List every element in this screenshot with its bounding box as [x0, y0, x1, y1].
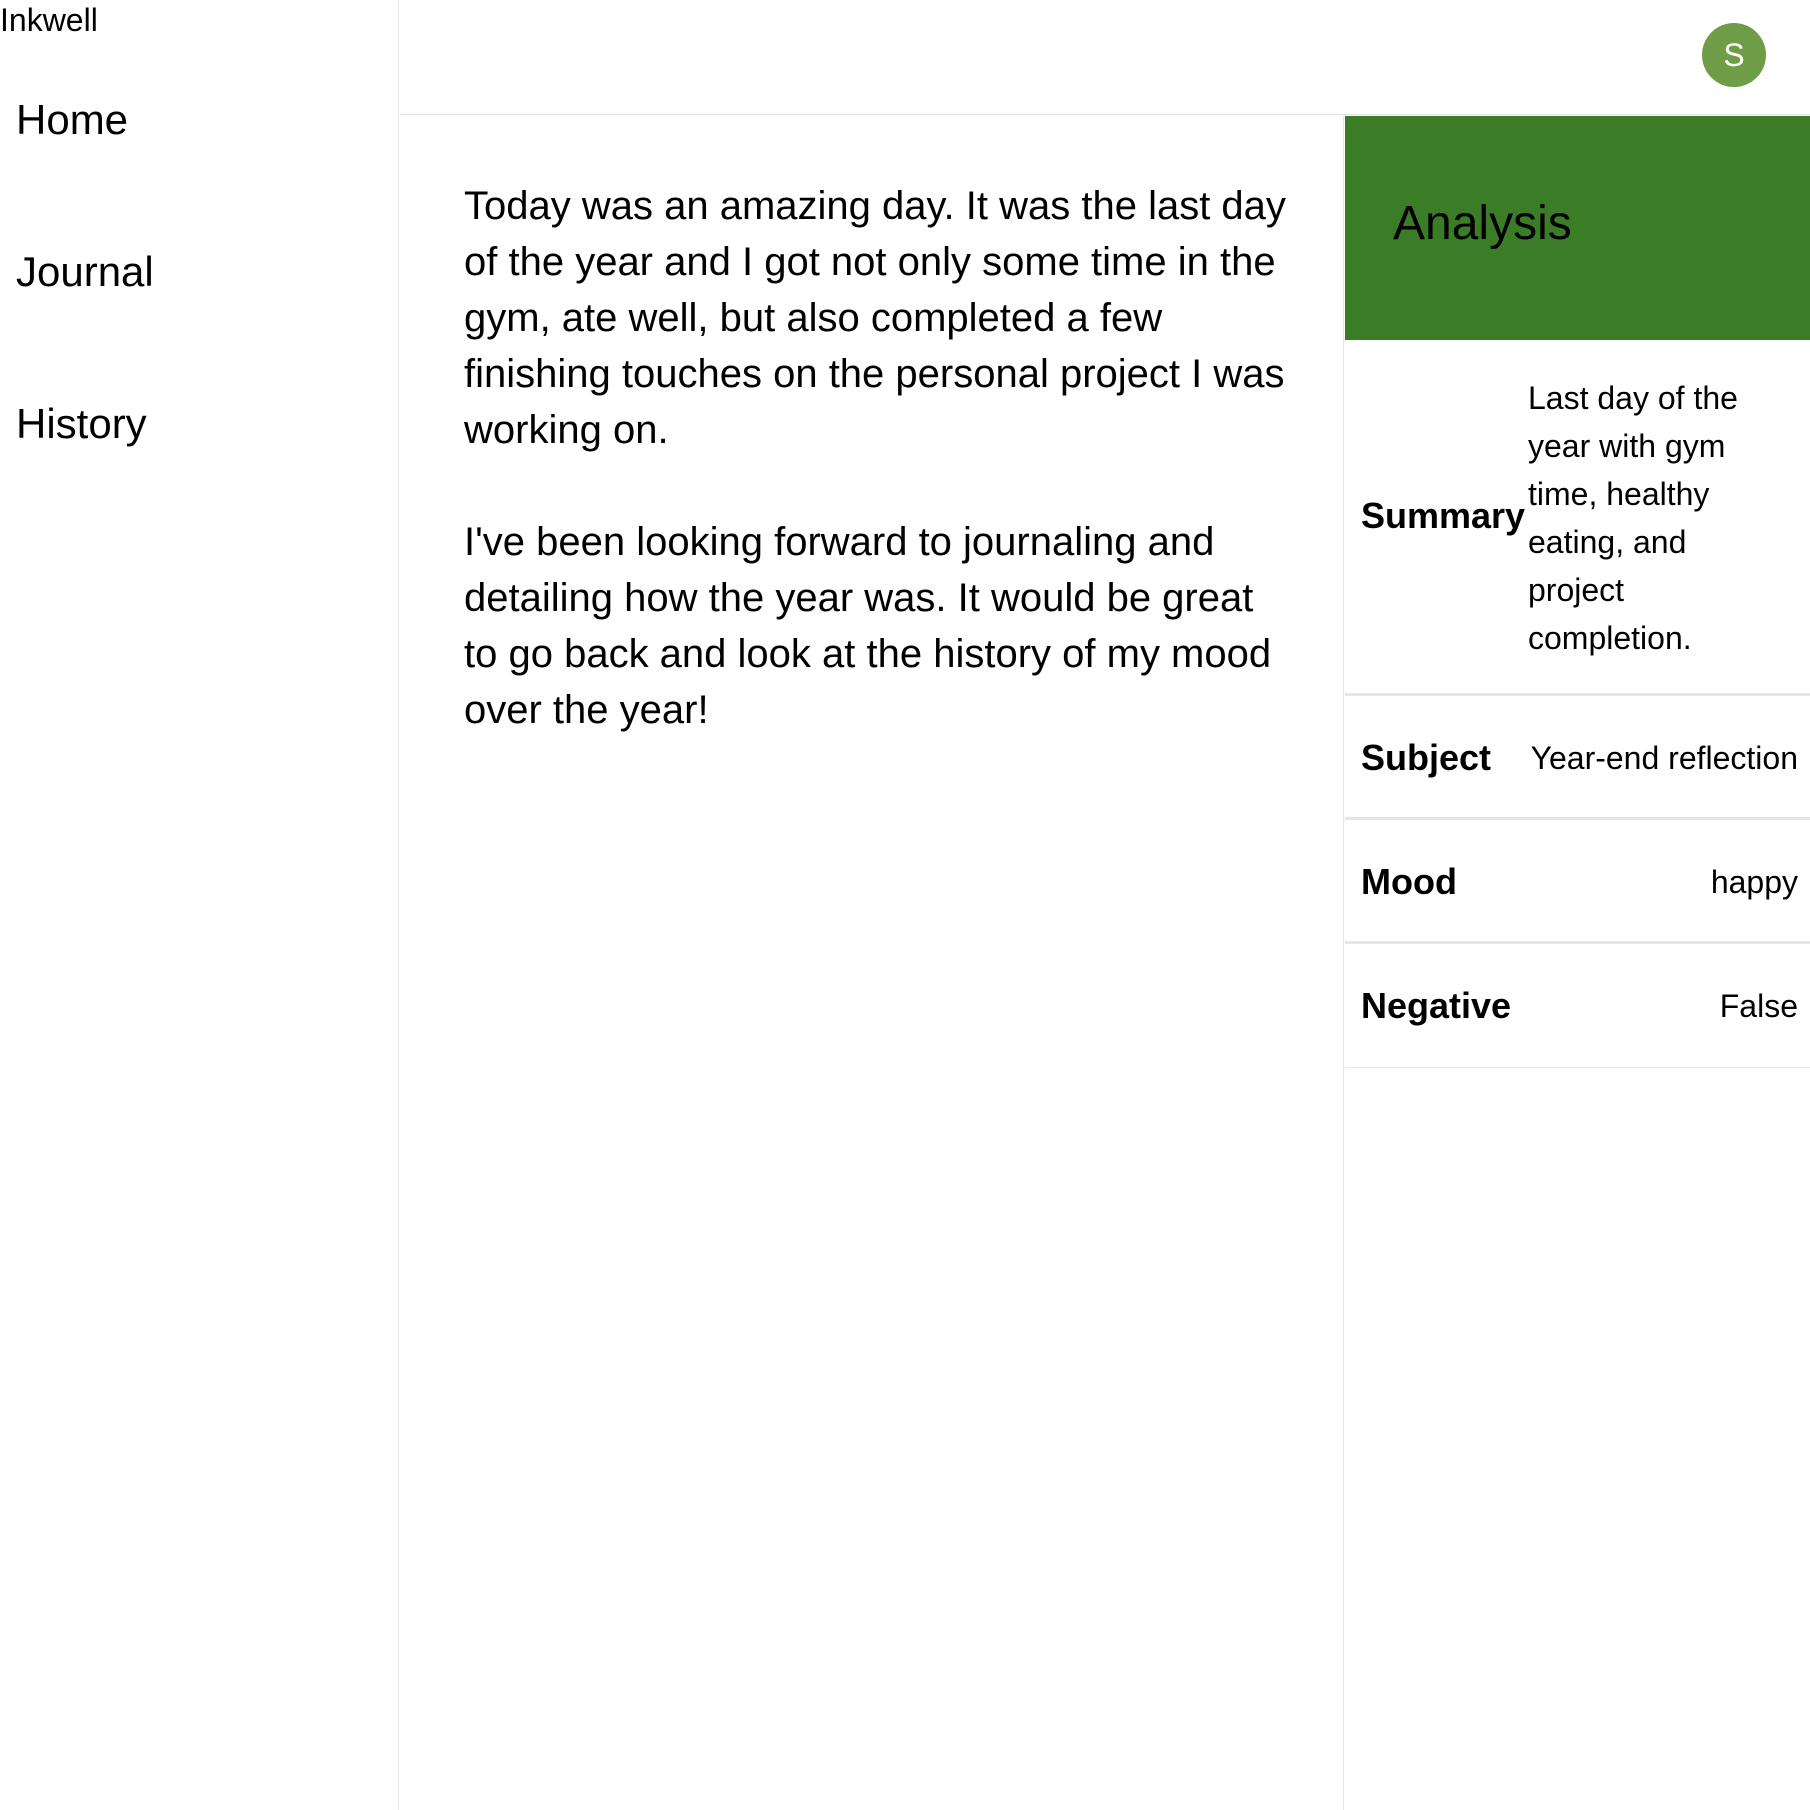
- subject-value: Year-end reflection: [1530, 740, 1798, 776]
- mood-value: happy: [1710, 864, 1798, 900]
- sidebar-item-journal[interactable]: Journal: [16, 247, 154, 297]
- user-avatar[interactable]: S: [1702, 23, 1766, 87]
- journal-entry-text[interactable]: Today was an amazing day. It was the las…: [464, 178, 1294, 738]
- mood-label: Mood: [1361, 861, 1457, 902]
- brand-logo[interactable]: Inkwell: [0, 2, 98, 38]
- analysis-row-subject: Subject Year-end reflection: [1345, 696, 1810, 820]
- subject-label: Subject: [1361, 737, 1492, 778]
- sidebar: Inkwell Home Journal History: [0, 0, 399, 1810]
- analysis-row-negative: Negative False: [1345, 944, 1810, 1068]
- negative-value: False: [1719, 988, 1798, 1024]
- sidebar-item-history[interactable]: History: [16, 399, 147, 449]
- analysis-title: Analysis: [1393, 197, 1572, 250]
- analysis-header: Analysis: [1345, 116, 1810, 340]
- negative-label: Negative: [1361, 985, 1512, 1026]
- sidebar-item-home[interactable]: Home: [16, 95, 128, 145]
- summary-label: Summary: [1361, 495, 1526, 536]
- analysis-panel: Analysis Summary Last day of the year wi…: [1345, 116, 1810, 1810]
- summary-value: Last day of the year with gym time, heal…: [1528, 380, 1738, 656]
- journal-editor[interactable]: Today was an amazing day. It was the las…: [400, 116, 1344, 1810]
- analysis-row-mood: Mood happy: [1345, 820, 1810, 944]
- analysis-row-summary: Summary Last day of the year with gym ti…: [1345, 340, 1810, 696]
- top-header: S: [400, 0, 1810, 115]
- app-root: Inkwell Home Journal History S Today was…: [0, 0, 1810, 1810]
